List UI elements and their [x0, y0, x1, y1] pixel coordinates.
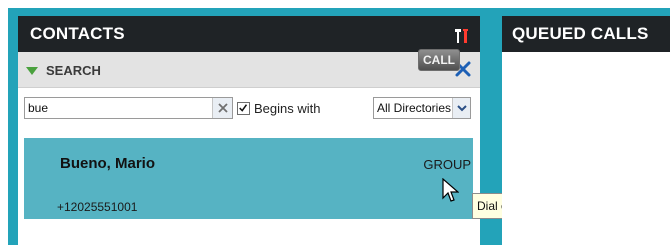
directory-select-value: All Directories	[377, 101, 452, 115]
contact-list-item[interactable]: Bueno, Mario GROUP +12025551001	[24, 138, 473, 219]
tools-icon[interactable]	[454, 27, 470, 45]
queued-calls-title: QUEUED CALLS	[512, 24, 649, 43]
search-input[interactable]	[28, 100, 198, 116]
directory-dropdown-button[interactable]	[452, 98, 470, 118]
contact-type-badge: GROUP	[423, 157, 471, 172]
contact-phone: +12025551001	[57, 200, 138, 214]
search-section-label: SEARCH	[46, 63, 101, 78]
mouse-cursor-icon	[442, 178, 459, 202]
checkmark-icon	[239, 104, 248, 112]
triangle-down-icon[interactable]	[26, 67, 38, 75]
begins-with-checkbox[interactable]	[237, 102, 250, 115]
search-section-header[interactable]: SEARCH	[18, 52, 480, 88]
call-button[interactable]: CALL	[418, 49, 460, 71]
queued-calls-header: QUEUED CALLS	[502, 16, 670, 52]
search-field[interactable]	[24, 97, 233, 119]
queued-calls-panel: QUEUED CALLS	[502, 16, 670, 245]
contacts-title: CONTACTS	[30, 24, 125, 43]
contact-name: Bueno, Mario	[60, 155, 156, 172]
directory-select[interactable]: All Directories	[373, 97, 471, 119]
begins-with-label: Begins with	[254, 101, 321, 116]
contacts-header: CONTACTS	[18, 16, 480, 52]
clear-x-icon	[218, 103, 228, 113]
search-controls: Begins with All Directories	[18, 88, 480, 132]
chevron-down-icon	[457, 105, 467, 112]
clear-search-button[interactable]	[212, 98, 232, 118]
contacts-panel: CONTACTS SEARCH Begins wi	[18, 16, 480, 245]
